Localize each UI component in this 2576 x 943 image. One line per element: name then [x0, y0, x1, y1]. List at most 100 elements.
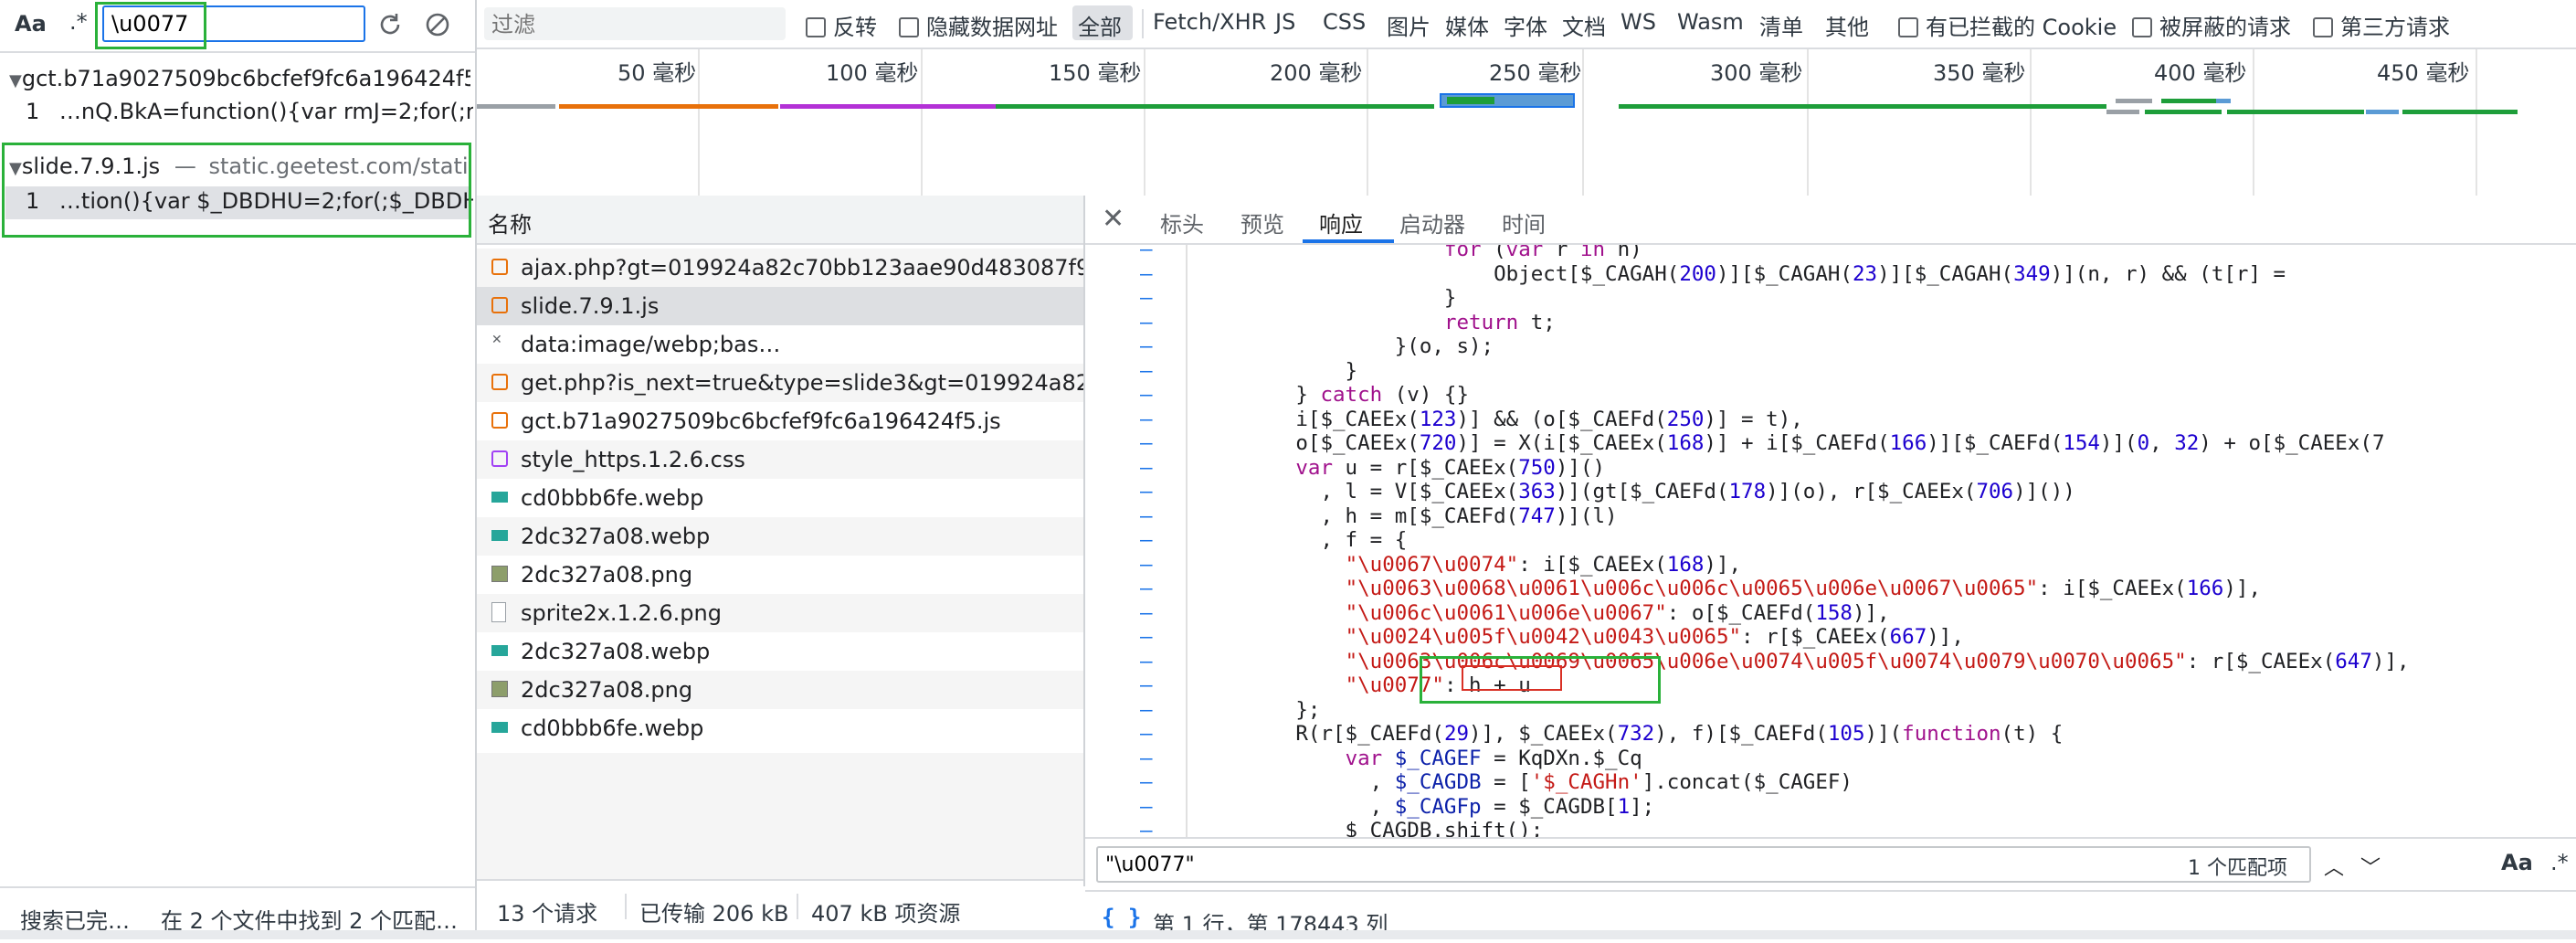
type-wasm[interactable]: Wasm [1677, 9, 1744, 35]
request-row[interactable]: ajax.php?gt=019924a82c70bb123aae90d48308… [477, 249, 1083, 287]
code-line: o[$_CAEEx(720)] = X(i[$_CAEEx(168)] + i[… [1197, 431, 2385, 455]
line-marker: – [1140, 819, 1153, 839]
checkbox-icon[interactable] [2132, 17, 2152, 37]
line-marker: – [1140, 407, 1153, 431]
type-all[interactable]: 全部 [1078, 9, 1122, 41]
tab-response[interactable]: 响应 [1319, 207, 1363, 238]
file-icon [491, 602, 506, 622]
checkbox-icon[interactable] [2313, 17, 2333, 37]
image-icon [491, 645, 508, 656]
type-fetch-xhr[interactable]: Fetch/XHR [1153, 9, 1266, 35]
script-icon [491, 374, 508, 390]
collapse-arrow-icon[interactable]: ▼ [9, 71, 22, 90]
line-marker: – [1140, 480, 1153, 503]
regex-toggle[interactable]: .* [69, 9, 88, 35]
timeline-tick-label: 250 毫秒 [1489, 60, 1582, 86]
blocked-requests-checkbox[interactable]: 被屏蔽的请求 [2132, 9, 2291, 41]
request-row[interactable]: sprite2x.1.2.6.png [477, 594, 1083, 632]
timeline-tick-label: 100 毫秒 [826, 60, 919, 86]
type-img[interactable]: 图片 [1387, 9, 1431, 41]
filter-input[interactable] [490, 9, 786, 40]
network-timeline[interactable]: 50 毫秒 100 毫秒 150 毫秒 200 毫秒 250 毫秒 300 毫秒… [477, 49, 2576, 197]
line-marker: – [1140, 600, 1153, 625]
detail-panel: ✕ 标头 预览 响应 启动器 时间 – for (var r in n) – Ob… [1085, 196, 2576, 943]
invert-checkbox[interactable]: 反转 [806, 9, 877, 41]
find-input[interactable] [1096, 846, 2311, 883]
timeline-bar [2106, 110, 2139, 114]
pretty-print-icon[interactable]: { } [1102, 905, 1141, 930]
blocked-requests-label: 被屏蔽的请求 [2159, 15, 2291, 40]
blocked-cookies-checkbox[interactable]: 有已拦截的 Cookie [1898, 9, 2117, 41]
tab-timing[interactable]: 时间 [1502, 207, 1546, 238]
highlight-box-search [95, 2, 206, 49]
refresh-icon[interactable] [376, 11, 404, 38]
checkbox-icon[interactable] [899, 17, 919, 37]
type-css[interactable]: CSS [1323, 9, 1366, 35]
third-party-checkbox[interactable]: 第三方请求 [2313, 9, 2450, 41]
tab-headers[interactable]: 标头 [1160, 207, 1204, 238]
request-row[interactable]: ✕ data:image/webp;bas… [477, 325, 1083, 364]
line-marker: – [1140, 722, 1153, 746]
type-media[interactable]: 媒体 [1445, 9, 1489, 41]
type-manifest[interactable]: 清单 [1759, 9, 1803, 41]
request-row[interactable]: 2dc327a08.webp [477, 517, 1083, 556]
type-font[interactable]: 字体 [1504, 9, 1547, 41]
type-js[interactable]: JS [1275, 9, 1295, 35]
request-row-selected[interactable]: slide.7.9.1.js [477, 287, 1083, 325]
checkbox-icon[interactable] [1898, 17, 1918, 37]
request-row[interactable]: get.php?is_next=true&type=slide3&gt=0199… [477, 364, 1083, 402]
request-row[interactable]: 2dc327a08.png [477, 556, 1083, 594]
request-row[interactable]: 2dc327a08.webp [477, 632, 1083, 671]
request-row[interactable]: cd0bbb6fe.webp [477, 709, 1083, 747]
image-icon [491, 566, 508, 582]
line-marker: – [1140, 649, 1153, 673]
search-result-file[interactable]: ▼gct.b71a9027509bc6bcfef9fc6a196424f5.j… [9, 66, 470, 91]
hide-data-urls-checkbox[interactable]: 隐藏数据网址 [899, 9, 1058, 41]
response-code-view[interactable]: – for (var r in n) – Object[$_CAGAH(200)]… [1085, 245, 2576, 839]
previous-match-icon[interactable]: ︿ [2324, 852, 2344, 881]
search-result-line[interactable]: 1 …nQ.BkA=function(){var rmJ=2;for(;rmJ!… [26, 99, 473, 124]
request-name: 2dc327a08.png [521, 677, 693, 703]
bottom-edge [0, 930, 2576, 939]
tab-initiator[interactable]: 启动器 [1399, 207, 1465, 238]
result-file-name: gct.b71a9027509bc6bcfef9fc6a196424f5.j… [21, 66, 470, 91]
clear-icon[interactable] [424, 11, 451, 38]
detail-tabs: ✕ 标头 预览 响应 启动器 时间 [1085, 196, 2576, 245]
tab-preview[interactable]: 预览 [1240, 207, 1284, 238]
hide-data-urls-label: 隐藏数据网址 [926, 15, 1058, 40]
type-doc[interactable]: 文档 [1562, 9, 1606, 41]
find-case-toggle[interactable]: Aa [2501, 850, 2533, 875]
request-row[interactable]: gct.b71a9027509bc6bcfef9fc6a196424f5.js [477, 402, 1083, 440]
line-marker: – [1140, 746, 1153, 770]
next-match-icon[interactable]: ﹀ [2360, 852, 2381, 881]
request-row[interactable]: cd0bbb6fe.webp [477, 479, 1083, 517]
filter-bar: 反转 隐藏数据网址 全部 Fetch/XHR JS CSS 图片 媒体 字体 文… [477, 0, 2576, 49]
close-icon[interactable]: ✕ [1102, 203, 1124, 235]
invert-label: 反转 [833, 15, 877, 40]
request-name: 2dc327a08.webp [521, 524, 711, 549]
request-list-header[interactable]: 名称 [477, 196, 1083, 245]
type-ws[interactable]: WS [1621, 9, 1656, 35]
code-line: "\u0067\u0074": i[$_CAEEx(168)], [1345, 552, 1742, 577]
script-icon [491, 297, 508, 313]
find-regex-toggle[interactable]: .* [2550, 850, 2569, 875]
code-line: , l = V[$_CAEEx(363)](gt[$_CAEFd(178)](o… [1197, 480, 2075, 503]
request-row[interactable]: style_https.1.2.6.css [477, 440, 1083, 479]
code-line: "\u006c\u0061\u006e\u0067": o[$_CAEFd(15… [1345, 600, 1890, 625]
timeline-tick-label: 450 毫秒 [2377, 60, 2470, 86]
timeline-bar [559, 104, 778, 109]
divider [1142, 9, 1144, 38]
request-row[interactable]: 2dc327a08.png [477, 671, 1083, 709]
timeline-tick-label: 200 毫秒 [1270, 60, 1363, 86]
timeline-tick-label: 50 毫秒 [618, 60, 697, 86]
column-name-header[interactable]: 名称 [488, 207, 532, 238]
type-other[interactable]: 其他 [1825, 9, 1869, 41]
timeline-bar [2402, 110, 2518, 114]
code-line: "\u0063\u006c\u0069\u0065\u006e\u0074\u0… [1345, 649, 2410, 673]
image-icon [491, 722, 508, 733]
code-line: Object[$_CAGAH(200)][$_CAGAH(23)][$_CAGA… [1197, 261, 2298, 286]
line-marker: – [1140, 286, 1153, 310]
match-case-toggle[interactable]: Aa [15, 11, 47, 37]
checkbox-icon[interactable] [806, 17, 826, 37]
line-marker: – [1140, 552, 1153, 577]
